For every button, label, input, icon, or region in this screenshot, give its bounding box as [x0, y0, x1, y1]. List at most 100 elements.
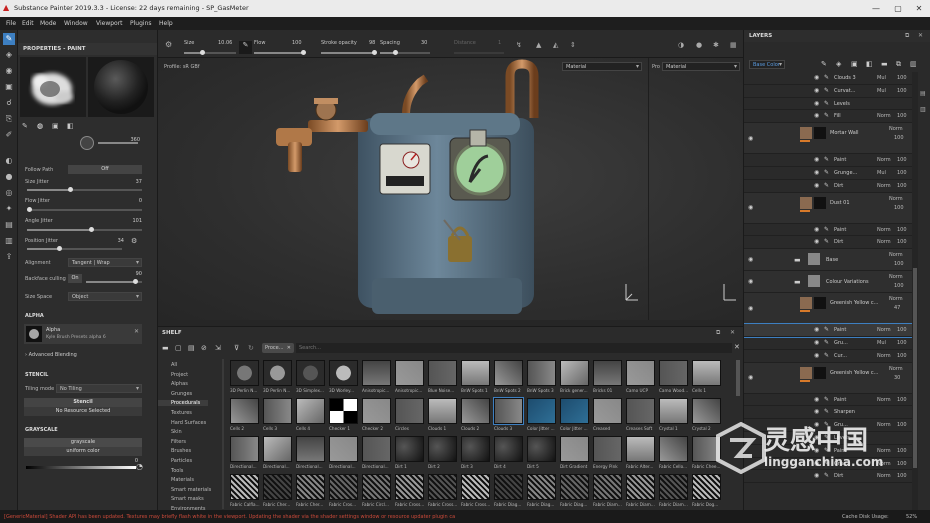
shelf-thumb[interactable] — [560, 474, 589, 500]
shelf-thumb[interactable] — [461, 398, 490, 424]
shelf-thumb[interactable] — [659, 474, 688, 500]
menu-edit[interactable]: Edit — [22, 20, 34, 27]
flow-slider[interactable] — [254, 50, 306, 55]
viewport-settings-icon[interactable]: ✱ — [713, 41, 719, 49]
shelf-thumb[interactable] — [296, 360, 325, 386]
pen-pressure-icon[interactable]: ✎ — [239, 41, 252, 54]
visibility-eye-icon[interactable]: ◉ — [814, 421, 819, 428]
blend-mode[interactable]: Norm — [877, 422, 891, 428]
viewport-camera-icon[interactable]: ● — [696, 41, 702, 49]
layer-row-layer[interactable]: ◉ Dust 01 Norm 100 — [744, 192, 912, 224]
layer-opacity[interactable]: 100 — [897, 170, 907, 176]
layer-opacity[interactable]: 100 — [894, 283, 904, 289]
position-jitter-settings-icon[interactable]: ⚙ — [131, 237, 137, 245]
layer-opacity[interactable]: 100 — [897, 239, 907, 245]
shelf-thumb[interactable] — [461, 436, 490, 462]
blend-mode[interactable]: Norm — [877, 397, 891, 403]
stencil-button[interactable]: Stencil — [24, 398, 142, 407]
shelf-thumb[interactable] — [428, 398, 457, 424]
shelf-thumb[interactable] — [527, 398, 556, 424]
layer-row-layer[interactable]: ◉ Greenish Yellow c... Norm 30 — [744, 362, 912, 394]
layer-row-folder[interactable]: ◉ ▬ Base Norm 100 — [744, 249, 912, 272]
shelf-thumb[interactable] — [362, 436, 391, 462]
shelf-category-hard-surfaces[interactable]: Hard Surfaces — [171, 420, 206, 426]
layer-row-folder[interactable]: ◉ ▬ Colour Variations Norm 100 — [744, 271, 912, 294]
material-sphere-preview[interactable] — [88, 57, 154, 117]
shelf-thumb[interactable] — [428, 360, 457, 386]
layer-row-effect[interactable]: ◉ ✎ Cur... Norm 100 — [744, 350, 912, 363]
layer-opacity[interactable]: 100 — [897, 113, 907, 119]
shelf-thumb[interactable] — [329, 398, 358, 424]
add-fill-icon[interactable]: ◧ — [866, 60, 873, 68]
shelf-thumb[interactable] — [659, 436, 688, 462]
visibility-eye-icon[interactable]: ◉ — [748, 256, 753, 263]
alignment-dropdown[interactable]: Tangent | Wrap — [68, 258, 142, 267]
blend-mode[interactable]: Norm — [889, 126, 903, 132]
layer-opacity[interactable]: 100 — [897, 397, 907, 403]
folder-icon[interactable]: ▬ — [794, 256, 801, 264]
shelf-float-icon[interactable]: ⧉ — [716, 329, 720, 337]
shelf-thumb[interactable] — [296, 398, 325, 424]
shelf-close-icon[interactable]: ✕ — [730, 329, 735, 336]
shelf-thumb[interactable] — [626, 436, 655, 462]
blend-mode[interactable]: Norm — [889, 274, 903, 280]
grayscale-slider[interactable] — [26, 466, 136, 469]
visibility-eye-icon[interactable]: ◉ — [814, 87, 819, 94]
shelf-category-particles[interactable]: Particles — [171, 458, 192, 464]
stencil-resource-slot[interactable]: No Resource Selected — [24, 407, 142, 416]
layer-row-effect[interactable]: ◉ ✎ Curvat... Mul 100 — [744, 85, 912, 98]
visibility-eye-icon[interactable]: ◉ — [814, 472, 819, 479]
shelf-thumb[interactable] — [593, 360, 622, 386]
layer-row-effect[interactable]: ◉ ✎ Gru... Norm 100 — [744, 419, 912, 432]
menu-plugins[interactable]: Plugins — [130, 20, 152, 27]
stencil-tab-icon[interactable]: ▣ — [52, 122, 59, 130]
shelf-category-smart-materials[interactable]: Smart materials — [171, 487, 211, 493]
visibility-eye-icon[interactable]: ◉ — [814, 460, 819, 467]
shelf-new-icon[interactable]: ▢ — [175, 344, 182, 352]
blend-mode[interactable]: Norm — [877, 461, 891, 467]
shelf-thumb[interactable] — [230, 360, 259, 386]
layer-opacity[interactable]: 100 — [897, 461, 907, 467]
mask-thumbnail[interactable] — [814, 127, 826, 140]
layer-row-effect[interactable]: ◉ ✎ Fill Norm 100 — [744, 110, 912, 124]
layers-close-icon[interactable]: ✕ — [918, 32, 923, 39]
layer-opacity[interactable]: 100 — [894, 205, 904, 211]
export-icon[interactable]: ⇪ — [3, 251, 15, 263]
menu-file[interactable]: File — [6, 20, 16, 27]
alpha-clear-icon[interactable]: ✕ — [134, 328, 139, 335]
visibility-eye-icon[interactable]: ◉ — [814, 182, 819, 189]
shelf-thumb[interactable] — [527, 360, 556, 386]
physics-icon[interactable]: ⇕ — [570, 41, 576, 49]
layer-opacity[interactable]: 100 — [897, 473, 907, 479]
add-folder-icon[interactable]: ▬ — [881, 60, 888, 68]
spacing-slider[interactable] — [380, 50, 430, 55]
layer-row-effect[interactable]: ◉ ✎ Sharpen — [744, 406, 912, 420]
symmetry-icon[interactable]: ▲ — [536, 41, 541, 49]
maximize-button[interactable]: ▢ — [888, 2, 908, 15]
visibility-eye-icon[interactable]: ◉ — [814, 339, 819, 346]
menu-help[interactable]: Help — [159, 20, 173, 27]
stroke-opacity-slider[interactable] — [321, 50, 377, 55]
camera-mode-icon[interactable]: ◑ — [678, 41, 684, 49]
blend-mode[interactable]: Mul — [877, 88, 886, 94]
shelf-search-input[interactable] — [296, 343, 732, 353]
layer-row-layer[interactable]: ◉ Mortar Wall Norm 100 — [744, 123, 912, 155]
blend-mode[interactable]: Norm — [889, 296, 903, 302]
viewport-3d[interactable]: Profile: sR GBf Material Pro Material Ma… — [158, 58, 743, 320]
projection-icon[interactable]: ◉ — [3, 65, 15, 77]
layer-opacity[interactable]: 100 — [897, 422, 907, 428]
shelf-thumb[interactable] — [230, 398, 259, 424]
shelf-thumb[interactable] — [593, 474, 622, 500]
layer-row-effect[interactable]: ◉ ✎ Gru... Norm 100 — [744, 458, 912, 471]
shelf-thumb[interactable] — [659, 360, 688, 386]
blend-mode[interactable]: Norm — [889, 252, 903, 258]
layer-opacity[interactable]: 100 — [897, 157, 907, 163]
blend-mode[interactable]: Norm — [877, 448, 891, 454]
blend-mode[interactable]: Norm — [877, 473, 891, 479]
folder-icon[interactable]: ▬ — [794, 278, 801, 286]
shelf-category-materials[interactable]: Materials — [171, 477, 194, 483]
log-icon[interactable]: ▥ — [3, 235, 15, 247]
shelf-thumb[interactable] — [329, 474, 358, 500]
shelf-thumb[interactable] — [527, 474, 556, 500]
layers-float-icon[interactable]: ⧉ — [905, 32, 909, 40]
